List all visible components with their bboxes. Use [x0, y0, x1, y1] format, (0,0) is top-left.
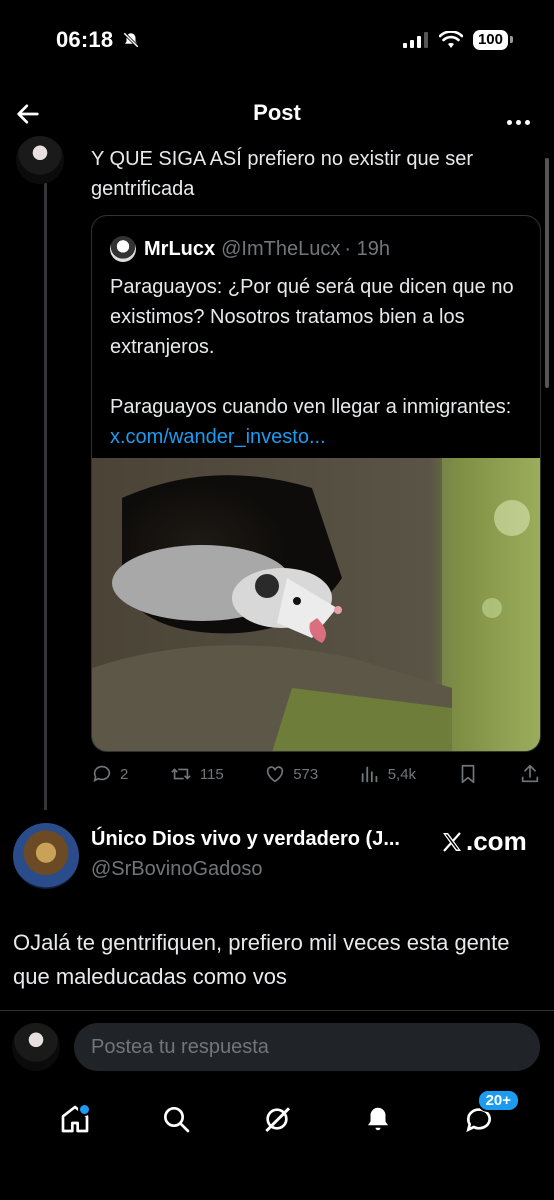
quote-author-name: MrLucx [144, 237, 216, 260]
grok-icon [265, 1107, 291, 1133]
reply-author-handle[interactable]: @SrBovinoGadoso [91, 858, 263, 881]
source-label: .com [440, 826, 527, 857]
wifi-icon [438, 31, 463, 48]
tab-search[interactable] [156, 1099, 196, 1139]
reply-button[interactable]: 2 [91, 763, 128, 785]
bookmark-icon [461, 764, 474, 784]
quote-timestamp: · 19h [344, 237, 390, 260]
user-avatar[interactable] [12, 1023, 60, 1071]
scrollbar[interactable] [545, 158, 549, 388]
bookmark-button[interactable] [457, 763, 479, 785]
reply-count: 2 [120, 765, 129, 783]
more-icon [507, 120, 512, 125]
tab-home[interactable] [55, 1099, 95, 1139]
like-count: 573 [293, 765, 319, 783]
reply-text: OJalá te gentrifiquen, prefiero mil vece… [13, 930, 510, 989]
reply-author-name[interactable]: Único Dios vivo y verdadero (J... [91, 828, 400, 851]
more-options-button[interactable] [503, 112, 530, 130]
reply-author-avatar[interactable] [13, 823, 79, 889]
post-text: Y QUE SIGA ASÍ prefiero no existir que s… [91, 148, 474, 200]
repost-button[interactable]: 115 [169, 763, 224, 785]
repost-icon [171, 768, 191, 780]
status-icons: 100 [402, 30, 514, 50]
status-time: 06:18 [56, 27, 140, 53]
opossum-image[interactable] [92, 458, 540, 751]
signal-icon [402, 32, 428, 48]
bell-muted-icon [122, 32, 139, 48]
divider [0, 1010, 554, 1011]
repost-count: 115 [199, 765, 224, 783]
bell-icon [367, 1107, 388, 1131]
quote-avatar [110, 236, 136, 262]
quote-author-handle: @ImTheLucx [221, 237, 341, 260]
messages-badge: 20+ [476, 1089, 521, 1112]
bottom-tab-bar: 20+ [0, 1086, 554, 1152]
tab-messages[interactable]: 20+ [459, 1089, 521, 1139]
reply-icon [93, 765, 111, 782]
quote-link[interactable]: x.com/wander_investo... [110, 426, 326, 448]
x-logo-icon [443, 831, 461, 852]
quoted-post[interactable]: MrLucx @ImTheLucx · 19h Paraguayos: ¿Por… [91, 215, 541, 752]
views-button[interactable]: 5,4k [359, 763, 416, 785]
thread-line [44, 178, 47, 810]
battery-indicator: 100 [472, 30, 514, 50]
quote-text: Paraguayos: ¿Por qué será que dicen que … [110, 276, 514, 448]
reply-input[interactable]: Postea tu respuesta [74, 1023, 540, 1071]
page-title: Post [253, 100, 301, 125]
author-avatar[interactable] [16, 136, 64, 184]
tab-notifications[interactable] [358, 1099, 398, 1139]
tab-grok[interactable] [257, 1099, 297, 1139]
share-button[interactable] [519, 763, 541, 785]
heart-icon [267, 766, 284, 783]
views-count: 5,4k [387, 765, 417, 783]
post-actions: 2 115 573 5,4k [91, 760, 541, 788]
search-icon [164, 1107, 190, 1133]
like-button[interactable]: 573 [264, 763, 318, 785]
views-icon [361, 766, 378, 783]
quote-header: MrLucx @ImTheLucx · 19h [110, 236, 390, 262]
share-icon [521, 764, 539, 783]
